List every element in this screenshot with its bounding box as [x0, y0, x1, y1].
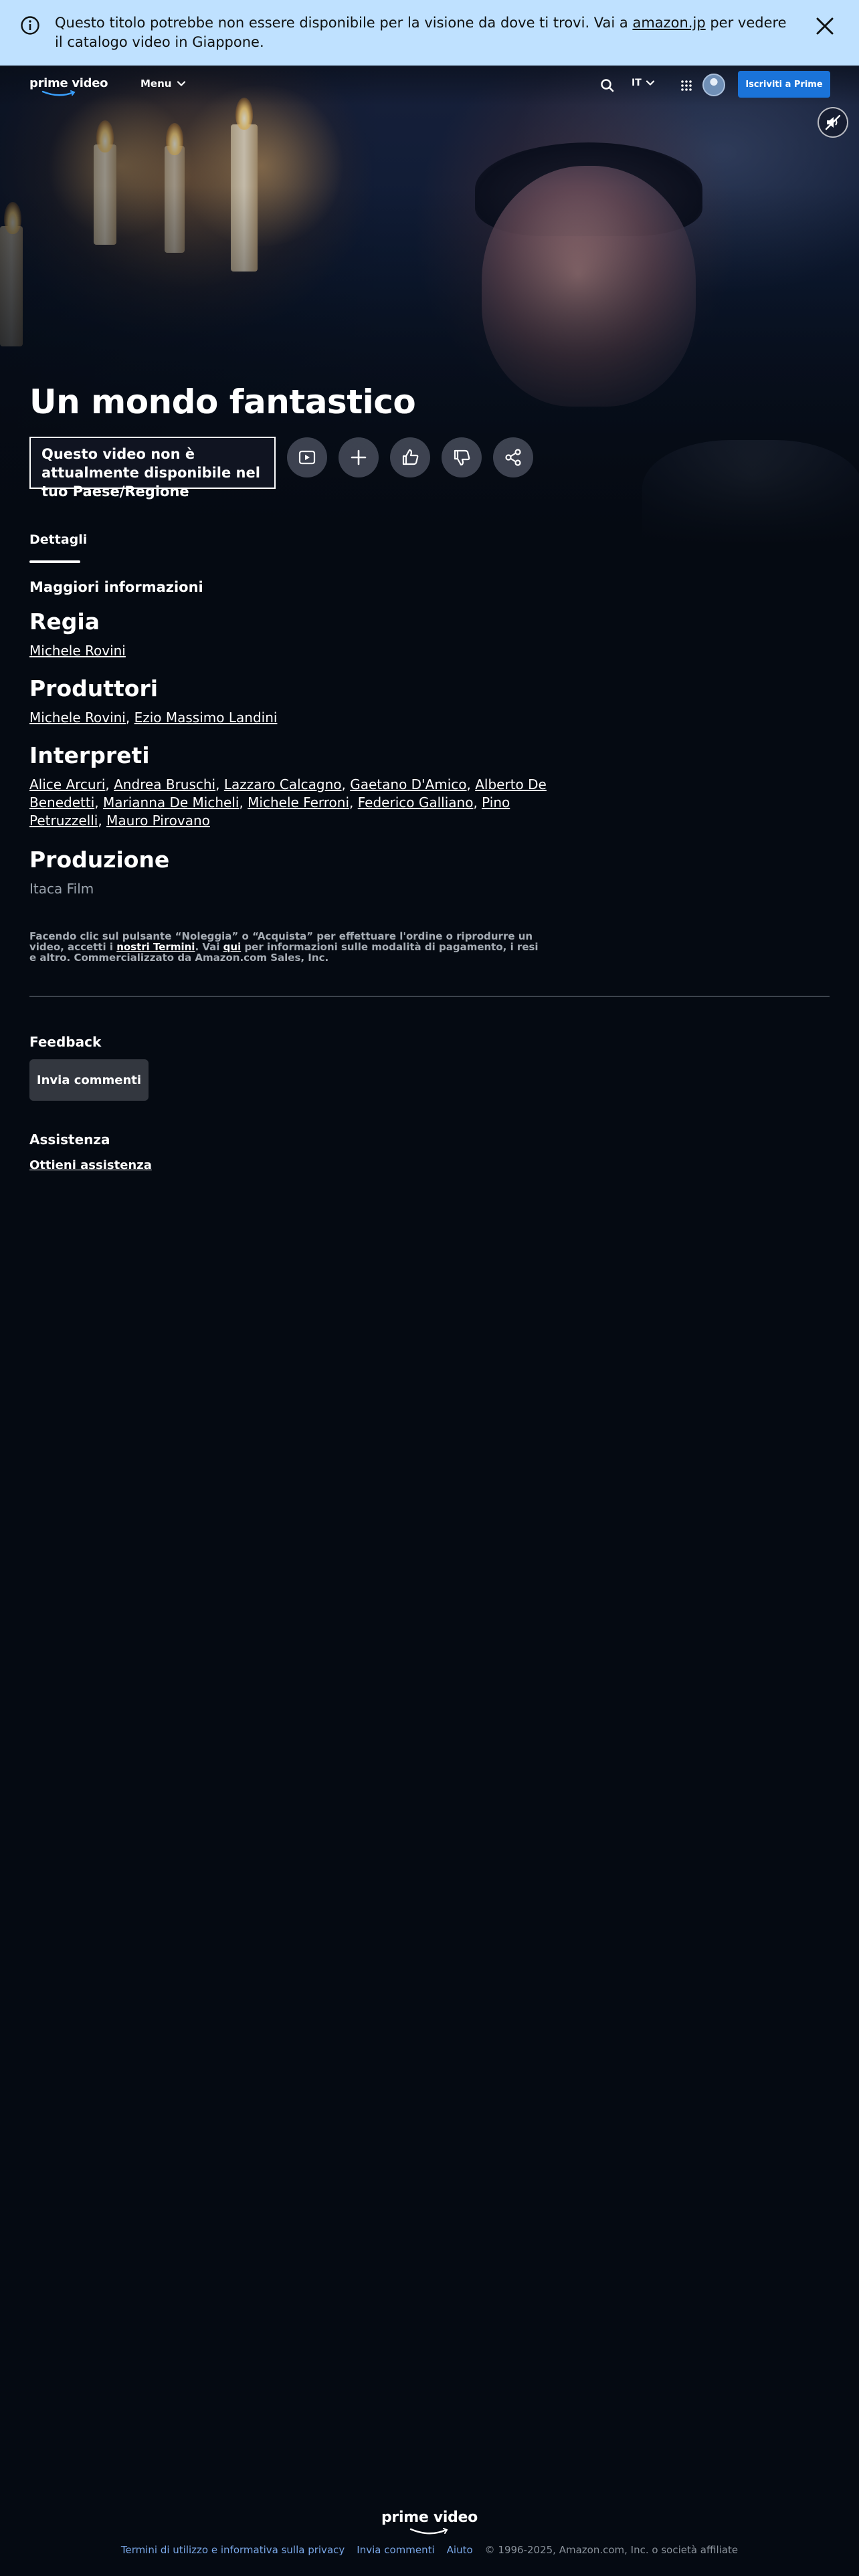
like-button[interactable]	[390, 437, 430, 477]
cast-member-link[interactable]: Marianna De Micheli	[103, 794, 239, 811]
notice-message: Questo titolo potrebbe non essere dispon…	[55, 13, 797, 52]
direction-heading: Regia	[29, 609, 100, 635]
trailer-button[interactable]	[287, 437, 327, 477]
prime-video-logo[interactable]: prime video	[29, 76, 108, 90]
share-button[interactable]	[493, 437, 533, 477]
tab-active-indicator	[29, 560, 80, 563]
smile-logo-icon	[41, 90, 76, 96]
watchlist-add-button[interactable]	[339, 437, 379, 477]
menu-label: Menu	[140, 78, 172, 90]
join-prime-button[interactable]: Iscriviti a Prime	[738, 71, 830, 98]
smile-logo-icon	[409, 2528, 448, 2535]
footer-link-feedback[interactable]: Invia commenti	[357, 2544, 434, 2556]
footer-copyright: © 1996-2025, Amazon.com, Inc. o società …	[484, 2544, 739, 2556]
footer-links: Termini di utilizzo e informativa sulla …	[0, 2544, 859, 2556]
section-divider	[29, 996, 830, 997]
unavailable-notice-banner: Questo titolo potrebbe non essere dispon…	[0, 0, 859, 66]
share-icon	[505, 449, 521, 466]
cast-member-link[interactable]: Federico Galliano	[358, 794, 474, 811]
dislike-button[interactable]	[442, 437, 482, 477]
footer-logo[interactable]: prime video	[0, 2509, 859, 2526]
producers-heading: Produttori	[29, 675, 159, 702]
close-icon[interactable]	[815, 16, 835, 36]
cast-member-link[interactable]: Andrea Bruschi	[114, 776, 215, 792]
notice-text: Questo titolo potrebbe non essere dispon…	[55, 15, 633, 31]
trailer-icon	[298, 450, 316, 465]
cast-member-link[interactable]: Mauro Pirovano	[106, 813, 210, 829]
thumbs-up-icon	[402, 449, 419, 465]
cast-member-link[interactable]: Lazzaro Calcagno	[224, 776, 342, 792]
plus-icon	[351, 449, 367, 465]
avatar[interactable]	[702, 74, 725, 96]
more-info-heading: Maggiori informazioni	[29, 579, 203, 595]
assistance-heading: Assistenza	[29, 1132, 110, 1148]
direction-list: Michele Rovini	[29, 642, 551, 660]
search-icon[interactable]	[598, 76, 617, 95]
production-heading: Produzione	[29, 847, 170, 873]
chevron-down-icon	[646, 80, 654, 86]
thumbs-down-icon	[454, 449, 470, 466]
cast-heading: Interpreti	[29, 742, 150, 768]
feedback-heading: Feedback	[29, 1034, 102, 1050]
mute-button[interactable]	[818, 107, 848, 138]
chevron-down-icon	[177, 81, 186, 86]
unavailable-message: Questo video non è attualmente disponibi…	[29, 437, 276, 500]
top-nav: prime video Menu IT Iscriviti a Prime	[0, 66, 859, 106]
mute-icon	[825, 114, 841, 130]
footer-link-help[interactable]: Aiuto	[447, 2544, 473, 2556]
apps-grid-icon[interactable]	[677, 76, 696, 95]
send-feedback-button[interactable]: Invia commenti	[29, 1059, 149, 1101]
producer-link[interactable]: Ezio Massimo Landini	[134, 710, 278, 726]
producers-list: Michele Rovini, Ezio Massimo Landini	[29, 710, 278, 726]
legal-notice: Facendo clic sul pulsante “Noleggia” o “…	[29, 931, 545, 963]
cast-member-link[interactable]: Michele Ferroni	[248, 794, 349, 811]
language-selector[interactable]: IT	[632, 78, 655, 88]
footer-link-terms[interactable]: Termini di utilizzo e informativa sulla …	[121, 2544, 345, 2556]
cast-member-link[interactable]: Alice Arcuri	[29, 776, 105, 792]
menu-button[interactable]: Menu	[140, 78, 186, 90]
info-icon	[21, 16, 39, 35]
cast-member-link[interactable]: Gaetano D'Amico	[350, 776, 466, 792]
cast-list: Alice Arcuri, Andrea Bruschi, Lazzaro Ca…	[29, 776, 547, 829]
language-label: IT	[632, 78, 642, 88]
producer-link[interactable]: Michele Rovini	[29, 710, 126, 726]
director-link[interactable]: Michele Rovini	[29, 643, 126, 659]
page-title: Un mondo fantastico	[29, 383, 416, 421]
tab-details[interactable]: Dettagli	[29, 532, 87, 547]
production-value: Itaca Film	[29, 881, 94, 897]
notice-link[interactable]: amazon.jp	[632, 15, 705, 31]
get-help-link[interactable]: Ottieni assistenza	[29, 1158, 152, 1172]
